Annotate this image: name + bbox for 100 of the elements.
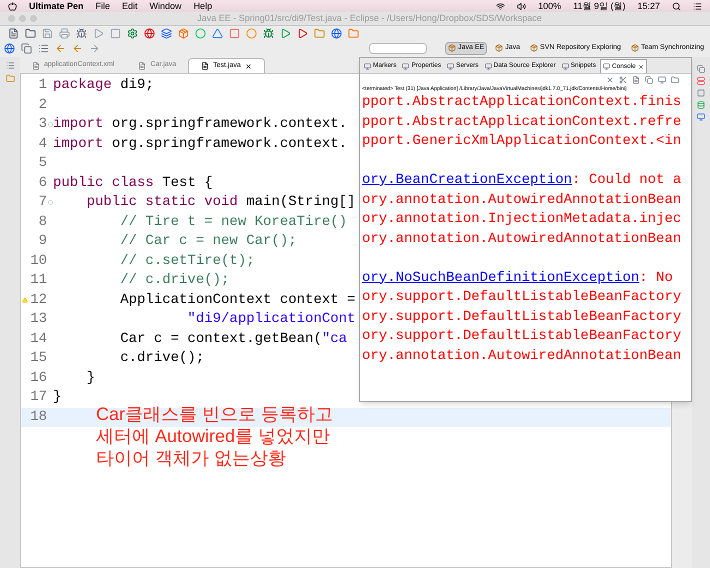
view-icon [402, 62, 410, 70]
package-icon [630, 44, 639, 52]
database-icon[interactable] [697, 101, 705, 109]
console-tool-icon[interactable] [658, 76, 666, 84]
window-title: Java EE - Spring01/src/di9/Test.java - Eclipse - /Users/Hong/Dropbox/SDS/Workspace [196, 14, 543, 23]
console-tool-icon[interactable] [619, 76, 627, 84]
volume-icon[interactable] [517, 2, 526, 10]
code-line: import org.springframework.context. [53, 115, 348, 134]
file-icon [138, 62, 146, 70]
code-line: "di9/applicationCont [186, 310, 356, 330]
line-number: 18 [29, 408, 47, 427]
line-number: 10 [29, 252, 47, 271]
annotation-text: Car클래스를 빈으로 등록하고 [96, 403, 334, 425]
apple-icon[interactable] [8, 2, 17, 10]
code-line: // c.drive(); [119, 271, 230, 290]
line-number: 6 [38, 174, 47, 193]
code-line: // Tire t = new KoreaTire() [119, 212, 348, 232]
battery-text: 100% [538, 2, 562, 10]
toolbar-icon[interactable] [38, 42, 49, 54]
line-number: 12 [29, 290, 47, 310]
wifi-icon[interactable] [496, 2, 506, 10]
console-line: ory.support.DefaultListableBeanFactory [362, 289, 682, 305]
menu-item[interactable]: Window [150, 2, 182, 10]
console-line: ory.NoSuchBeanDefinitionException: No [362, 270, 673, 286]
toolbar-icon[interactable] [21, 42, 32, 54]
view-icon [447, 62, 454, 70]
line-number: 17 [29, 388, 47, 408]
monitor-icon[interactable] [697, 113, 705, 121]
quick-access-field[interactable] [369, 42, 428, 54]
toolbar-icon[interactable] [161, 28, 172, 38]
code-line: import org.springframework.context. [53, 134, 348, 154]
line-number: 5 [38, 154, 47, 174]
code-line: // Car c = new Car(); [119, 232, 297, 252]
line-number: 14 [29, 330, 47, 349]
console-line: ory.BeanCreationException: Could not a [362, 172, 682, 188]
code-line: } [53, 388, 62, 408]
line-number: 11 [29, 271, 47, 290]
package-icon [495, 44, 504, 52]
code-line: // c.setTire(t); [119, 252, 255, 271]
code-line: package di9; [53, 76, 154, 96]
line-number: 9 [38, 232, 47, 252]
toolbar-icon[interactable] [331, 28, 342, 38]
console-line: ory.annotation.AutowiredAnnotationBean [362, 192, 682, 208]
annotation-text: 타이어 객체가 없는상황 [96, 447, 288, 469]
app-name[interactable]: Ultimate Pen [29, 2, 84, 10]
toolbar-icon[interactable] [212, 28, 223, 38]
close-icon[interactable] [244, 62, 252, 70]
view-icon [484, 62, 492, 70]
toolbar-icon[interactable] [280, 28, 291, 38]
line-number: 3 [38, 115, 47, 134]
toolbar-icon[interactable] [144, 28, 155, 38]
server-icon[interactable] [697, 77, 705, 85]
console-tool-icon[interactable] [632, 76, 640, 84]
square-icon[interactable] [697, 89, 705, 97]
menu-clock: 15:27 [637, 2, 660, 10]
console-tool-icon[interactable] [671, 76, 679, 84]
console-line: pport.AbstractApplicationContext.finis [362, 94, 682, 110]
code-line: c.drive(); [119, 349, 204, 368]
file-icon [201, 62, 210, 70]
file-icon [32, 62, 40, 70]
line-number: 7 [38, 193, 47, 212]
view-icon [364, 62, 371, 70]
folder-icon[interactable] [6, 74, 14, 83]
console-line: ory.support.DefaultListableBeanFactory [362, 328, 682, 344]
code-line: public class Test { [53, 174, 213, 193]
menu-item[interactable]: Help [194, 2, 212, 10]
code-line: ApplicationContext context = [119, 290, 356, 310]
console-line: ory.annotation.AutowiredAnnotationBean [362, 348, 682, 364]
close-icon[interactable] [638, 64, 644, 70]
console-line: pport.AbstractApplicationContext.refre [362, 114, 682, 130]
line-number: 2 [38, 96, 47, 115]
copy-icon[interactable] [697, 65, 705, 73]
toolbar-icon[interactable] [8, 28, 19, 38]
menu-date: 11월 9일 (월) [573, 2, 626, 10]
view-icon [562, 62, 569, 70]
console-line: pport.GenericXmlApplicationContext.<in [362, 133, 682, 149]
toolbar-icon[interactable] [263, 28, 274, 38]
menu-item[interactable]: File [96, 2, 110, 10]
toolbar-icon[interactable] [76, 28, 87, 38]
line-number: 1 [38, 76, 47, 96]
console-tool-icon[interactable] [606, 76, 614, 84]
toolbar-icon[interactable] [297, 28, 308, 38]
menu-item[interactable]: Edit [122, 2, 138, 10]
annotation-text: 세터에 Autowired를 넣었지만 [96, 425, 332, 447]
console-tool-icon[interactable] [645, 76, 653, 84]
code-line: Car c = context.getBean("ca [119, 330, 348, 349]
toolbar-icon[interactable] [25, 28, 36, 38]
console-line: ory.annotation.InjectionMetadata.injec [362, 211, 682, 227]
list-icon[interactable] [693, 2, 702, 10]
line-number: 8 [38, 212, 47, 232]
line-number: 16 [29, 368, 47, 388]
code-line: } [86, 368, 96, 388]
package-icon [530, 44, 538, 52]
console-line: ory.support.DefaultListableBeanFactory [362, 308, 682, 324]
toolbar-icon[interactable] [4, 42, 15, 54]
view-icon [602, 63, 610, 70]
toolbar-icon[interactable] [127, 28, 138, 38]
code-line: public static void main(String[] [86, 193, 356, 212]
search-icon[interactable] [672, 2, 681, 10]
console-line: ory.annotation.AutowiredAnnotationBean [362, 230, 682, 246]
